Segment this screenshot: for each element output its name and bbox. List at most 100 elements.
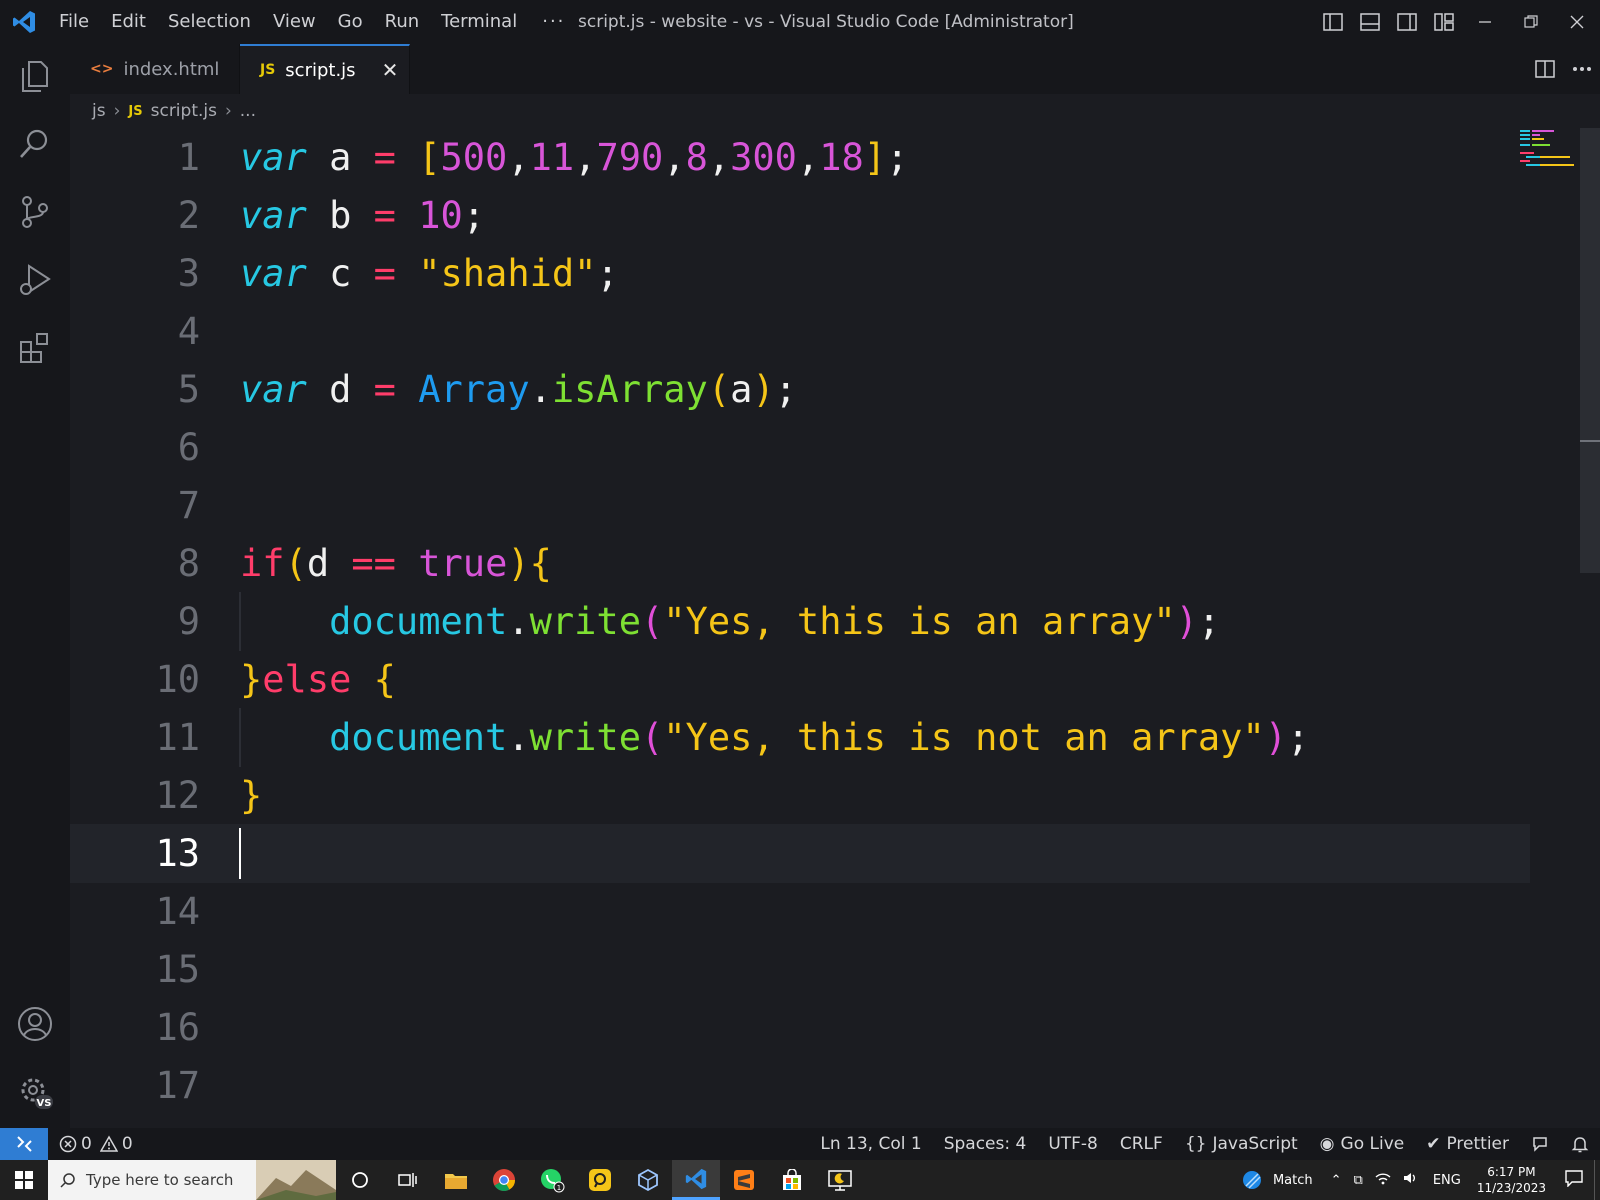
double-check-icon: ✔	[1426, 1134, 1441, 1154]
virtualbox-icon[interactable]	[624, 1160, 672, 1200]
close-tab-icon[interactable]: ✕	[382, 58, 399, 82]
code-line[interactable]: 15	[70, 940, 1530, 999]
action-center-icon[interactable]	[1554, 1169, 1594, 1191]
toggle-secondary-sidebar-icon[interactable]	[1388, 0, 1425, 44]
wifi-icon[interactable]	[1369, 1171, 1397, 1189]
code-text: document.write("Yes, this is not an arra…	[329, 716, 1310, 759]
indentation[interactable]: Spaces: 4	[933, 1128, 1038, 1160]
volume-icon[interactable]	[1397, 1171, 1425, 1189]
remote-indicator-icon[interactable]	[0, 1128, 48, 1160]
sticky-app-icon[interactable]	[576, 1160, 624, 1200]
js-file-icon: JS	[260, 62, 276, 78]
current-code-line[interactable]: 13	[70, 824, 1530, 883]
cortana-icon[interactable]	[336, 1160, 384, 1200]
weather-widget-label[interactable]: Match	[1269, 1173, 1325, 1188]
tab-script-js[interactable]: JS script.js ✕	[240, 44, 410, 94]
menu-more-icon[interactable]: ···	[528, 0, 579, 44]
chrome-icon[interactable]	[480, 1160, 528, 1200]
warning-icon	[99, 1135, 118, 1152]
go-live-button[interactable]: ◉ Go Live	[1309, 1128, 1416, 1160]
code-line[interactable]: 7	[70, 476, 1530, 535]
menu-file[interactable]: File	[48, 0, 100, 44]
cursor-position[interactable]: Ln 13, Col 1	[809, 1128, 932, 1160]
line-number: 11	[155, 716, 200, 759]
encoding[interactable]: UTF-8	[1037, 1128, 1109, 1160]
minimap[interactable]	[1518, 128, 1578, 168]
file-explorer-icon[interactable]	[432, 1160, 480, 1200]
cricket-ball-icon[interactable]	[1235, 1169, 1269, 1191]
code-line[interactable]: 4	[70, 302, 1530, 361]
code-line[interactable]: 8 if(d == true){	[70, 534, 1530, 593]
meet-now-icon[interactable]: ⧉	[1348, 1173, 1369, 1188]
source-control-icon[interactable]	[0, 180, 70, 244]
manage-gear-icon[interactable]: VS	[0, 1060, 70, 1124]
vscode-taskbar-icon[interactable]	[672, 1160, 720, 1200]
show-desktop-button[interactable]	[1594, 1160, 1600, 1200]
system-clock[interactable]: 6:17 PM 11/23/2023	[1469, 1164, 1554, 1196]
prettier-button[interactable]: ✔ Prettier	[1415, 1128, 1520, 1160]
close-window-icon[interactable]	[1554, 0, 1600, 44]
menu-edit[interactable]: Edit	[100, 0, 157, 44]
sublime-text-icon[interactable]	[720, 1160, 768, 1200]
code-line[interactable]: 3 var c = "shahid";	[70, 244, 1530, 303]
toggle-panel-icon[interactable]	[1351, 0, 1388, 44]
menu-selection[interactable]: Selection	[157, 0, 262, 44]
code-line[interactable]: 2 var b = 10;	[70, 186, 1530, 245]
extensions-icon[interactable]	[0, 316, 70, 380]
editor-tabs: <> index.html JS script.js ✕	[70, 44, 1600, 94]
taskbar-search-box[interactable]: Type here to search	[48, 1160, 336, 1200]
feedback-icon[interactable]	[1520, 1128, 1560, 1160]
scrollbar-cursor-marker	[1580, 440, 1600, 442]
menu-view[interactable]: View	[262, 0, 327, 44]
whatsapp-icon[interactable]: 1	[528, 1160, 576, 1200]
language-mode[interactable]: {} JavaScript	[1174, 1128, 1309, 1160]
split-editor-icon[interactable]	[1526, 47, 1563, 91]
microsoft-store-icon[interactable]	[768, 1160, 816, 1200]
code-line[interactable]: 6	[70, 418, 1530, 477]
menu-go[interactable]: Go	[327, 0, 374, 44]
chevron-right-icon: ›	[224, 101, 232, 121]
status-bar: 0 0 Ln 13, Col 1 Spaces: 4 UTF-8 CRLF {}…	[0, 1128, 1600, 1160]
line-number: 10	[155, 658, 200, 701]
menu-run[interactable]: Run	[374, 0, 431, 44]
code-line[interactable]: 1 var a = [500,11,790,8,300,18];	[70, 128, 1530, 187]
window-title: script.js - website - vs - Visual Studio…	[578, 12, 1074, 32]
code-line[interactable]: 17	[70, 1056, 1530, 1115]
night-monitor-icon[interactable]	[816, 1160, 864, 1200]
tab-index-html[interactable]: <> index.html	[70, 44, 240, 94]
breadcrumb-file[interactable]: script.js	[151, 101, 217, 121]
code-line[interactable]: 12 }	[70, 766, 1530, 825]
input-language[interactable]: ENG	[1425, 1173, 1469, 1188]
accounts-icon[interactable]	[0, 992, 70, 1056]
code-line[interactable]: 11 document.write("Yes, this is not an a…	[70, 708, 1530, 767]
notifications-bell-icon[interactable]	[1560, 1128, 1600, 1160]
code-line[interactable]: 10 }else {	[70, 650, 1530, 709]
breadcrumb: js › JS script.js › ...	[70, 94, 1600, 128]
code-text: }else {	[240, 658, 396, 701]
problems-indicator[interactable]: 0 0	[48, 1128, 144, 1160]
minimize-icon[interactable]	[1462, 0, 1508, 44]
more-actions-icon[interactable]	[1563, 47, 1600, 91]
activity-bar: VS	[0, 44, 70, 1128]
breadcrumb-folder[interactable]: js	[92, 101, 106, 121]
code-editor[interactable]: 1 var a = [500,11,790,8,300,18]; 2 var b…	[70, 128, 1600, 1128]
code-line[interactable]: 9 document.write("Yes, this is an array"…	[70, 592, 1530, 651]
customize-layout-icon[interactable]	[1425, 0, 1462, 44]
code-line[interactable]: 14	[70, 882, 1530, 941]
restore-icon[interactable]	[1508, 0, 1554, 44]
explorer-icon[interactable]	[0, 44, 70, 108]
windows-start-icon[interactable]	[0, 1160, 48, 1200]
run-debug-icon[interactable]	[0, 248, 70, 312]
code-line[interactable]: 5 var d = Array.isArray(a);	[70, 360, 1530, 419]
end-of-line[interactable]: CRLF	[1109, 1128, 1174, 1160]
code-line[interactable]: 16	[70, 998, 1530, 1057]
tab-label: index.html	[123, 58, 220, 80]
line-number: 8	[177, 542, 200, 585]
search-icon[interactable]	[0, 112, 70, 176]
breadcrumb-more[interactable]: ...	[240, 101, 256, 121]
menu-terminal[interactable]: Terminal	[430, 0, 528, 44]
toggle-primary-sidebar-icon[interactable]	[1314, 0, 1351, 44]
chevron-up-icon[interactable]: ⌃	[1325, 1173, 1348, 1188]
task-view-icon[interactable]	[384, 1160, 432, 1200]
vertical-scrollbar[interactable]	[1580, 128, 1600, 573]
